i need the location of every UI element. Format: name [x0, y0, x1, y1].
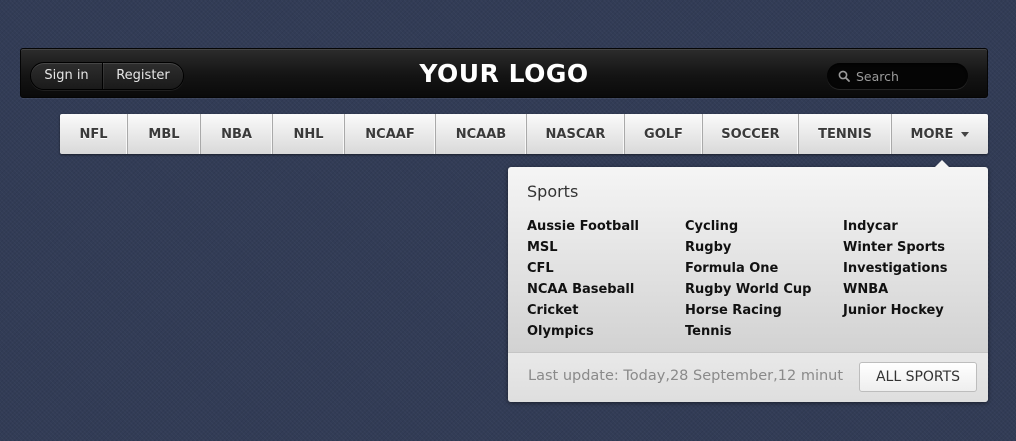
sport-link[interactable]: NCAA Baseball — [527, 279, 685, 300]
sport-link[interactable]: MSL — [527, 237, 685, 258]
dropdown-pointer — [935, 160, 949, 167]
nav-item-mbl[interactable]: MBL — [128, 114, 201, 154]
top-bar: Sign in Register YOUR LOGO — [20, 48, 988, 98]
dropdown-title: Sports — [527, 182, 579, 201]
nav-item-ncaab[interactable]: NCAAB — [436, 114, 527, 154]
search-input[interactable] — [856, 68, 968, 84]
nav-item-tennis[interactable]: TENNIS — [799, 114, 892, 154]
all-sports-button[interactable]: ALL SPORTS — [859, 362, 977, 392]
nav-item-nascar[interactable]: NASCAR — [527, 114, 625, 154]
more-dropdown: Sports Aussie Football MSL CFL NCAA Base… — [508, 160, 988, 402]
caret-down-icon — [961, 131, 970, 137]
sport-link[interactable]: WNBA — [843, 279, 1001, 300]
sport-link[interactable]: CFL — [527, 258, 685, 279]
sport-link[interactable]: Indycar — [843, 216, 1001, 237]
sports-column-1: Aussie Football MSL CFL NCAA Baseball Cr… — [527, 216, 685, 342]
sport-link[interactable]: Horse Racing — [685, 300, 843, 321]
nav-item-ncaaf[interactable]: NCAAF — [345, 114, 436, 154]
sport-link[interactable]: Investigations — [843, 258, 1001, 279]
search-box[interactable] — [827, 63, 968, 89]
sport-link[interactable]: Cricket — [527, 300, 685, 321]
sports-column-2: Cycling Rugby Formula One Rugby World Cu… — [685, 216, 843, 342]
sport-link[interactable]: Formula One — [685, 258, 843, 279]
last-update-text: Last update: Today,28 September,12 minut — [528, 368, 844, 384]
sport-link[interactable]: Olympics — [527, 321, 685, 342]
sport-link[interactable]: Cycling — [685, 216, 843, 237]
nav-more-label: MORE — [910, 126, 954, 142]
nav-item-soccer[interactable]: SOCCER — [703, 114, 799, 154]
dropdown-footer: Last update: Today,28 September,12 minut… — [508, 352, 988, 402]
sport-link[interactable]: Winter Sports — [843, 237, 1001, 258]
sports-nav: NFL MBL NBA NHL NCAAF NCAAB NASCAR GOLF … — [60, 114, 988, 154]
sport-link[interactable]: Rugby — [685, 237, 843, 258]
sport-link[interactable]: Rugby World Cup — [685, 279, 843, 300]
nav-item-nba[interactable]: NBA — [201, 114, 273, 154]
nav-item-more[interactable]: MORE — [892, 114, 988, 154]
sport-link[interactable]: Tennis — [685, 321, 843, 342]
nav-item-golf[interactable]: GOLF — [625, 114, 703, 154]
sports-column-3: Indycar Winter Sports Investigations WNB… — [843, 216, 1001, 342]
nav-item-nhl[interactable]: NHL — [273, 114, 345, 154]
search-icon — [838, 70, 850, 82]
sport-link[interactable]: Junior Hockey — [843, 300, 1001, 321]
sports-columns: Aussie Football MSL CFL NCAA Baseball Cr… — [527, 216, 1001, 342]
sport-link[interactable]: Aussie Football — [527, 216, 685, 237]
nav-item-nfl[interactable]: NFL — [60, 114, 128, 154]
